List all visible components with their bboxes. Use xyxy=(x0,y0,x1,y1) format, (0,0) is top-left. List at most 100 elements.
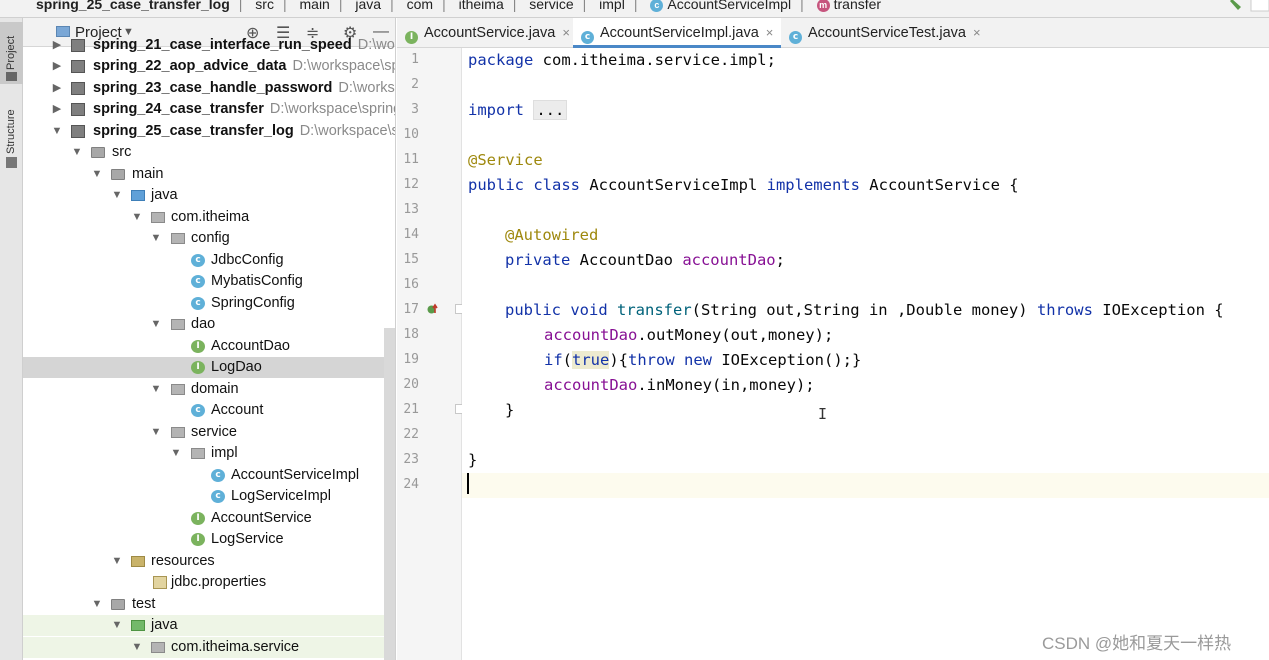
line-number: 24 xyxy=(403,477,419,492)
tree-item-folder[interactable]: ▼ main xyxy=(23,164,395,185)
code-token-keyword: if xyxy=(544,351,563,369)
code-line: } xyxy=(462,398,1269,423)
tree-item-label: com.itheima.service xyxy=(171,639,300,655)
close-icon[interactable]: × xyxy=(973,25,981,40)
chevron-right-icon[interactable]: ▶ xyxy=(51,56,63,77)
module-icon xyxy=(71,103,85,116)
breadcrumb-item-com[interactable]: com xyxy=(407,0,433,12)
chevron-down-icon[interactable]: ▼ xyxy=(91,164,103,185)
structure-tool-tab[interactable]: Structure xyxy=(0,100,23,172)
tab-account-service-test[interactable]: c AccountServiceTest.java × xyxy=(789,18,981,48)
line-number: 19 xyxy=(403,352,419,367)
tree-item-folder[interactable]: ▼ java xyxy=(23,615,395,636)
breadcrumb-separator: | xyxy=(800,0,804,12)
breadcrumb-item-service[interactable]: service xyxy=(529,0,573,12)
code-token: .outMoney(out,money); xyxy=(637,326,834,344)
build-hammer-icon[interactable] xyxy=(1229,0,1269,17)
code-token-keyword: true xyxy=(572,351,610,369)
close-icon[interactable]: × xyxy=(562,25,570,40)
chevron-down-icon[interactable]: ▼ xyxy=(150,379,162,400)
project-tool-tab[interactable]: Project xyxy=(0,22,23,84)
breadcrumb-separator: | xyxy=(582,0,587,12)
breadcrumb-item-src[interactable]: src xyxy=(255,0,274,12)
tree-item-module[interactable]: ▶ spring_22_aop_advice_data D:\workspace\… xyxy=(23,56,395,77)
method-icon: m xyxy=(816,0,830,12)
chevron-down-icon[interactable]: ▼ xyxy=(150,422,162,443)
tree-item-label: LogService xyxy=(211,531,284,547)
chevron-right-icon[interactable]: ▶ xyxy=(51,78,63,99)
code-editor[interactable]: package com.itheima.service.impl; import… xyxy=(462,48,1269,660)
code-token: ){ xyxy=(609,351,629,369)
tree-item-interface[interactable]: I LogService xyxy=(23,529,395,550)
tree-item-class[interactable]: c JdbcConfig xyxy=(23,250,395,271)
close-icon[interactable]: × xyxy=(766,25,774,40)
interface-icon: I xyxy=(191,533,205,546)
chevron-down-icon[interactable]: ▼ xyxy=(150,228,162,249)
code-token: } xyxy=(505,401,515,419)
breadcrumb-separator: | xyxy=(282,0,287,12)
tree-item-class[interactable]: c LogServiceImpl xyxy=(23,486,395,507)
tree-item-class[interactable]: c MybatisConfig xyxy=(23,271,395,292)
breadcrumb-item-method[interactable]: transfer xyxy=(834,0,881,12)
tree-item-package[interactable]: ▼ dao xyxy=(23,314,395,335)
tree-item-class[interactable]: c Account xyxy=(23,400,395,421)
tree-item-package[interactable]: ▼ com.itheima.service xyxy=(23,637,395,658)
text-caret xyxy=(467,473,469,494)
tree-item-file[interactable]: jdbc.properties xyxy=(23,572,395,593)
chevron-down-icon[interactable]: ▼ xyxy=(91,594,103,615)
chevron-down-icon[interactable]: ▼ xyxy=(131,207,143,228)
breadcrumb-item-class[interactable]: AccountServiceImpl xyxy=(667,0,791,12)
implements-method-icon[interactable] xyxy=(427,303,439,315)
tree-item-package[interactable]: ▼ domain xyxy=(23,379,395,400)
tree-item-folder[interactable]: ▼ resources xyxy=(23,551,395,572)
tree-item-package[interactable]: ▼ com.itheima xyxy=(23,207,395,228)
breadcrumb-item-module[interactable]: spring_25_case_transfer_log xyxy=(36,0,230,12)
tree-item-module[interactable]: ▶ spring_24_case_transfer D:\workspace\sp… xyxy=(23,99,395,120)
chevron-down-icon[interactable]: ▼ xyxy=(170,443,182,464)
chevron-down-icon[interactable]: ▼ xyxy=(150,314,162,335)
tree-item-interface-selected[interactable]: I LogDao xyxy=(23,357,395,378)
tree-item-package[interactable]: ▼ service xyxy=(23,422,395,443)
tree-item-interface[interactable]: I AccountService xyxy=(23,508,395,529)
breadcrumb-item-impl[interactable]: impl xyxy=(599,0,625,12)
package-icon xyxy=(151,212,165,223)
chevron-right-icon[interactable]: ▶ xyxy=(51,35,63,56)
module-icon xyxy=(71,60,85,73)
tree-item-module[interactable]: ▼ spring_25_case_transfer_log D:\workspac… xyxy=(23,121,395,142)
tree-item-label: SpringConfig xyxy=(211,295,295,311)
chevron-down-icon[interactable]: ▼ xyxy=(71,142,83,163)
tree-item-folder[interactable]: ▼ test xyxy=(23,594,395,615)
chevron-right-icon[interactable]: ▶ xyxy=(51,99,63,120)
chevron-down-icon[interactable]: ▼ xyxy=(111,615,123,636)
breadcrumb-item-itheima[interactable]: itheima xyxy=(459,0,504,12)
tab-account-service[interactable]: I AccountService.java × xyxy=(405,18,570,48)
chevron-down-icon[interactable]: ▼ xyxy=(111,551,123,572)
tree-item-module[interactable]: ▶ spring_21_case_interface_run_speed D:\w… xyxy=(23,35,395,56)
interface-icon: I xyxy=(191,340,205,353)
tree-item-module[interactable]: ▶ spring_23_case_handle_password D:\works… xyxy=(23,78,395,99)
test-folder-icon xyxy=(131,620,145,631)
code-token: (String out,String in ,Double money) xyxy=(691,301,1037,319)
chevron-down-icon[interactable]: ▼ xyxy=(131,637,143,658)
code-token-method: transfer xyxy=(617,301,692,319)
breadcrumb-item-main[interactable]: main xyxy=(300,0,330,12)
line-number: 15 xyxy=(403,252,419,267)
project-scrollbar[interactable] xyxy=(384,328,395,660)
tree-item-class[interactable]: c SpringConfig xyxy=(23,293,395,314)
tree-item-label: AccountServiceImpl xyxy=(231,467,360,483)
tree-item-interface[interactable]: I AccountDao xyxy=(23,336,395,357)
tab-account-service-impl[interactable]: c AccountServiceImpl.java × xyxy=(573,18,782,48)
tree-item-folder[interactable]: ▼ src xyxy=(23,142,395,163)
breadcrumb-separator: | xyxy=(338,0,343,12)
chevron-down-icon[interactable]: ▼ xyxy=(111,185,123,206)
folded-imports[interactable]: ... xyxy=(533,100,568,120)
code-token-annotation: @Service xyxy=(468,151,543,169)
tree-item-label: src xyxy=(112,144,132,160)
code-line: public class AccountServiceImpl implemen… xyxy=(462,173,1269,198)
tree-item-package[interactable]: ▼ config xyxy=(23,228,395,249)
tree-item-folder[interactable]: ▼ java xyxy=(23,185,395,206)
breadcrumb-item-java[interactable]: java xyxy=(355,0,381,12)
tree-item-class[interactable]: c AccountServiceImpl xyxy=(23,465,395,486)
tree-item-package[interactable]: ▼ impl xyxy=(23,443,395,464)
chevron-down-icon[interactable]: ▼ xyxy=(51,121,63,142)
